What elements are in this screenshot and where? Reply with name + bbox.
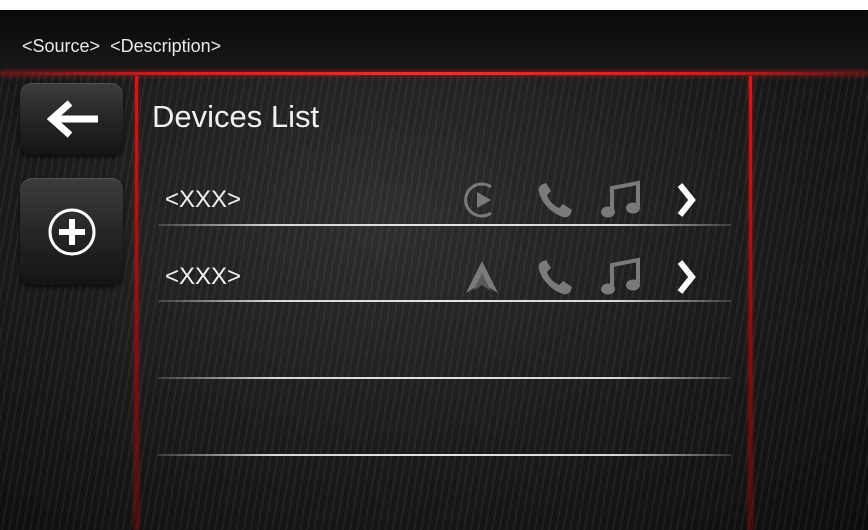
row-separator — [158, 377, 731, 379]
device-row-1[interactable]: <XXX> — [140, 168, 745, 228]
row-separator — [158, 224, 731, 226]
header-accent-line — [0, 72, 868, 75]
play-circle-icon — [464, 182, 492, 218]
right-accent-line — [749, 76, 752, 530]
screen: <Source> <Description> Devices List <XXX> — [0, 10, 868, 530]
arrow-left-icon — [46, 100, 98, 138]
phone-icon — [538, 183, 572, 218]
header-text: <Source> <Description> — [22, 36, 231, 57]
device-name: <XXX> — [165, 263, 242, 290]
add-device-button[interactable] — [20, 178, 123, 285]
row-separator — [158, 300, 731, 302]
plus-circle-icon — [48, 208, 95, 255]
page-title: Devices List — [152, 99, 320, 134]
row-separator — [158, 454, 731, 456]
phone-icon — [538, 260, 572, 295]
music-note-icon — [601, 180, 640, 218]
back-button[interactable] — [20, 83, 123, 155]
music-note-icon — [601, 257, 640, 295]
device-name: <XXX> — [165, 186, 242, 213]
android-auto-icon — [466, 261, 498, 293]
chevron-right-icon[interactable] — [675, 257, 699, 297]
header-bar: <Source> <Description> — [0, 10, 868, 72]
left-accent-line — [135, 76, 138, 530]
chevron-right-icon[interactable] — [675, 180, 699, 220]
device-row-2[interactable]: <XXX> — [140, 245, 745, 305]
header-source: <Source> — [22, 36, 101, 56]
header-description: <Description> — [110, 36, 222, 56]
